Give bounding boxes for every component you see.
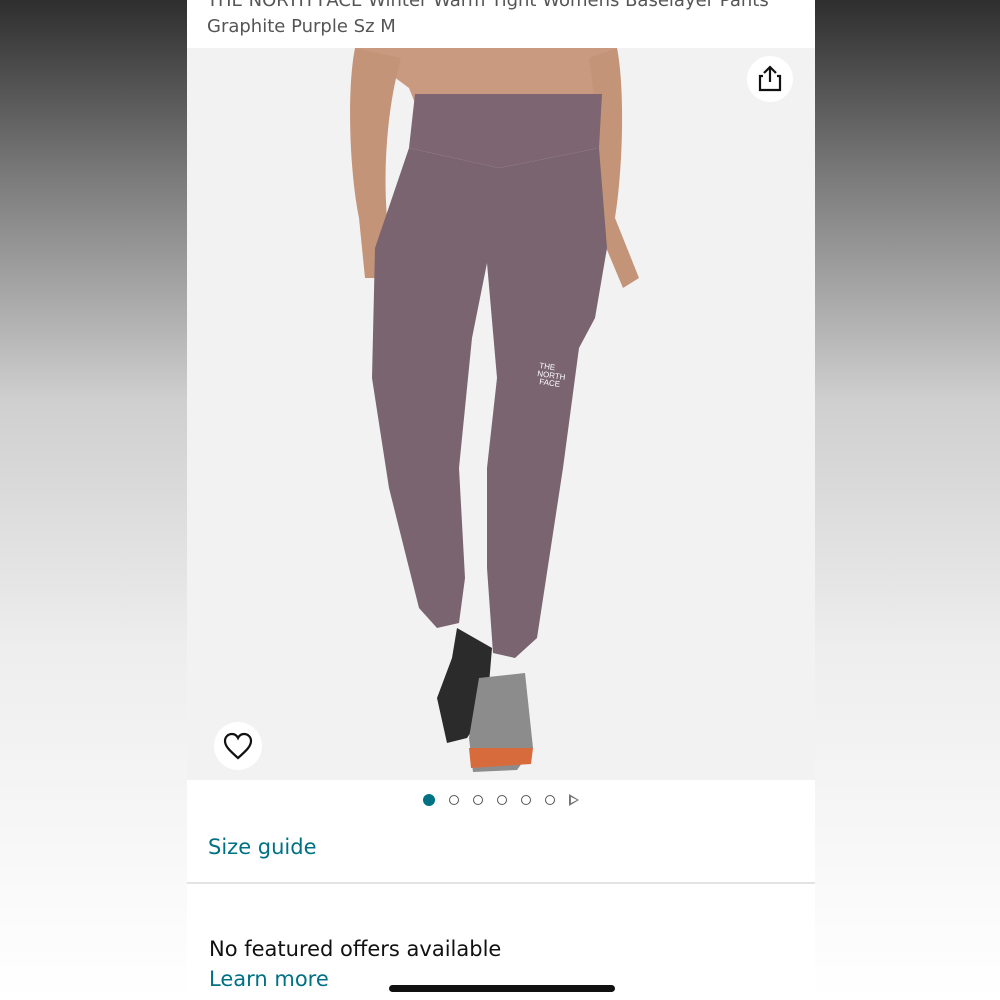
pagination-dot-2[interactable]	[449, 795, 459, 805]
size-guide-link[interactable]: Size guide	[208, 835, 317, 859]
product-page: THE NORTH FACE Winter Warm Tight Womens …	[187, 0, 815, 1000]
leggings	[372, 148, 607, 658]
pagination-dot-5[interactable]	[521, 795, 531, 805]
pagination-dot-1[interactable]	[423, 794, 435, 806]
heart-icon	[223, 732, 253, 760]
pagination-dot-4[interactable]	[497, 795, 507, 805]
pagination-dot-6[interactable]	[545, 795, 555, 805]
home-indicator[interactable]	[389, 985, 615, 992]
product-image: THE NORTH FACE	[350, 48, 639, 772]
product-image-gallery[interactable]: THE NORTH FACE	[187, 48, 815, 780]
background-right	[815, 0, 1000, 1000]
right-shoe-sole	[469, 748, 533, 768]
gallery-pagination	[187, 790, 815, 810]
play-video-icon[interactable]	[569, 794, 579, 806]
background-left	[0, 0, 187, 1000]
pagination-dot-3[interactable]	[473, 795, 483, 805]
offers-status: No featured offers available	[209, 937, 502, 961]
share-button[interactable]	[747, 56, 793, 102]
add-to-wishlist-button[interactable]	[214, 722, 262, 770]
share-icon	[758, 65, 782, 92]
product-title: THE NORTH FACE Winter Warm Tight Womens …	[207, 0, 769, 37]
divider	[187, 882, 815, 884]
learn-more-link[interactable]: Learn more	[209, 967, 329, 991]
